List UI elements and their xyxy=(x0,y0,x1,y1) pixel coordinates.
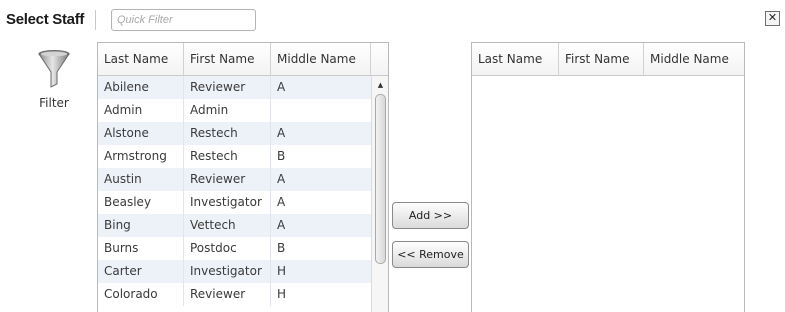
column-header-last-name[interactable]: Last Name xyxy=(98,43,184,76)
dialog-title: Select Staff xyxy=(6,11,85,28)
column-header-last-name[interactable]: Last Name xyxy=(472,43,559,76)
scroll-up-arrow-icon[interactable]: ▲ xyxy=(372,78,388,92)
column-header-first-name[interactable]: First Name xyxy=(184,43,271,76)
column-header-middle-name[interactable]: Middle Name xyxy=(271,43,371,76)
cell-first-name: Reviewer xyxy=(184,283,271,306)
cell-first-name: Vettech xyxy=(184,214,271,237)
filter-label: Filter xyxy=(39,96,69,110)
cell-last-name: Austin xyxy=(98,168,184,191)
cell-middle-name: B xyxy=(277,149,286,163)
cell-first-name: Postdoc xyxy=(184,237,271,260)
cell-middle-name: A xyxy=(277,172,286,186)
cell-last-name: Armstrong xyxy=(98,145,184,168)
cell-first-name: Reviewer xyxy=(184,168,271,191)
table-row[interactable]: Colorado Reviewer H xyxy=(98,283,371,306)
cell-middle-name: A xyxy=(277,218,286,232)
cell-last-name: Burns xyxy=(98,237,184,260)
cell-middle-name: A xyxy=(277,126,286,140)
remove-button[interactable]: << Remove xyxy=(392,241,469,268)
table-row[interactable]: Burns Postdoc B xyxy=(98,237,371,260)
cell-last-name: Abilene xyxy=(98,76,184,99)
table-row[interactable]: Admin Admin xyxy=(98,99,371,122)
selected-staff-grid: Last Name First Name Middle Name xyxy=(471,42,745,312)
cell-last-name: Bing xyxy=(98,214,184,237)
cell-first-name: Admin xyxy=(184,99,271,122)
cell-middle-name: H xyxy=(277,264,287,278)
cell-last-name: Carter xyxy=(98,260,184,283)
filter-button[interactable]: Filter xyxy=(26,50,82,122)
selected-grid-header: Last Name First Name Middle Name xyxy=(472,43,744,76)
cell-middle-name: H xyxy=(277,287,287,301)
cell-first-name: Restech xyxy=(184,122,271,145)
column-header-first-name[interactable]: First Name xyxy=(559,43,644,76)
cell-first-name: Investigator xyxy=(184,260,271,283)
vertical-scrollbar[interactable]: ▲ xyxy=(371,76,388,312)
cell-middle-name: A xyxy=(277,80,286,94)
available-grid-header: Last Name First Name Middle Name xyxy=(98,43,388,76)
title-divider xyxy=(95,10,96,30)
table-row[interactable]: Alstone Restech A xyxy=(98,122,371,145)
table-row[interactable]: Armstrong Restech B xyxy=(98,145,371,168)
quick-filter-input[interactable] xyxy=(111,9,256,31)
cell-last-name: Admin xyxy=(98,99,184,122)
available-staff-grid: Last Name First Name Middle Name Abilene… xyxy=(97,42,389,312)
table-row[interactable]: Abilene Reviewer A xyxy=(98,76,371,99)
table-row[interactable]: Austin Reviewer A xyxy=(98,168,371,191)
table-row[interactable]: Bing Vettech A xyxy=(98,214,371,237)
cell-first-name: Investigator xyxy=(184,191,271,214)
funnel-icon xyxy=(38,50,70,88)
close-icon: ✕ xyxy=(767,11,778,24)
cell-middle-name: B xyxy=(277,241,286,255)
scrollbar-thumb[interactable] xyxy=(375,94,386,264)
cell-last-name: Beasley xyxy=(98,191,184,214)
column-header-middle-name[interactable]: Middle Name xyxy=(644,43,744,76)
cell-middle-name xyxy=(271,99,371,122)
header-corner xyxy=(371,43,388,76)
cell-middle-name: A xyxy=(277,195,286,209)
available-grid-body: Abilene Reviewer A Admin Admin Alstone Restech… xyxy=(98,76,371,306)
table-row[interactable]: Carter Investigator H xyxy=(98,260,371,283)
table-row[interactable]: Beasley Investigator A xyxy=(98,191,371,214)
cell-first-name: Restech xyxy=(184,145,271,168)
cell-last-name: Colorado xyxy=(98,283,184,306)
close-button[interactable]: ✕ xyxy=(765,11,780,26)
add-button[interactable]: Add >> xyxy=(392,202,469,229)
cell-last-name: Alstone xyxy=(98,122,184,145)
cell-first-name: Reviewer xyxy=(184,76,271,99)
